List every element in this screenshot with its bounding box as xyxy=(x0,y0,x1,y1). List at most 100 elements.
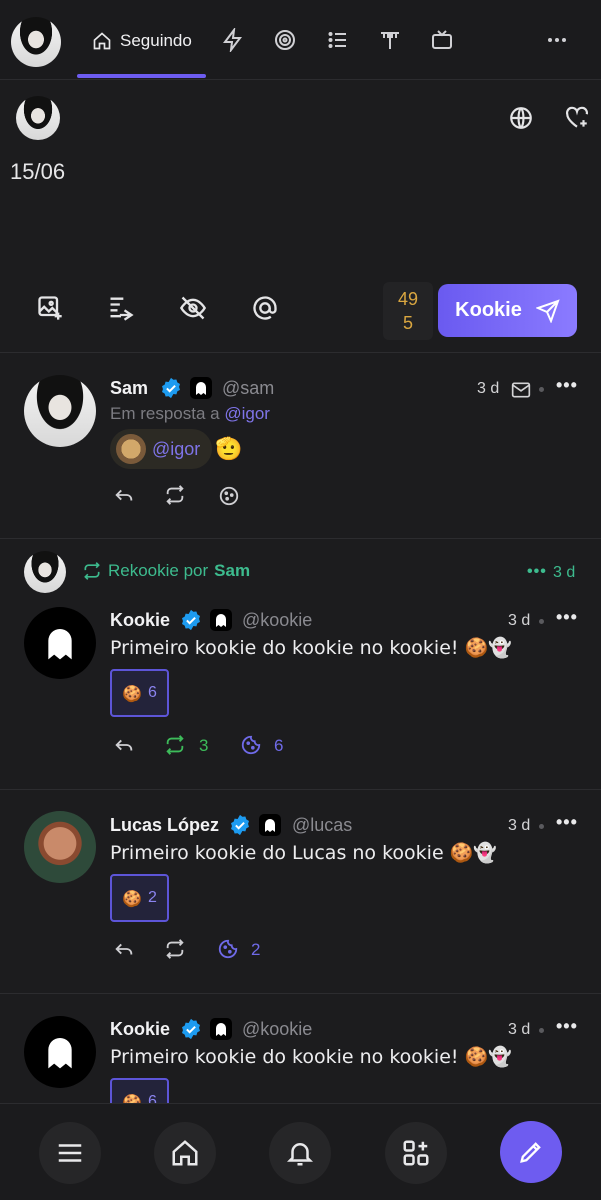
counter-secondary: 5 xyxy=(402,313,413,333)
reply-prefix: Em resposta a xyxy=(110,404,220,423)
reposter-avatar[interactable] xyxy=(24,551,66,593)
tab-following-label: Seguindo xyxy=(120,31,192,50)
post-time: 3 d xyxy=(508,1021,531,1038)
home-button[interactable] xyxy=(154,1122,216,1184)
top-navigation: Seguindo xyxy=(0,0,601,80)
ghost-badge-icon xyxy=(259,814,281,836)
post-more-icon[interactable]: ••• xyxy=(556,812,578,833)
cookie-reaction[interactable]: 🍪 6 xyxy=(110,669,169,717)
more-icon[interactable] xyxy=(545,28,569,52)
repost-icon[interactable] xyxy=(164,484,186,506)
ghost-badge-icon xyxy=(210,1018,232,1040)
post-handle[interactable]: @lucas xyxy=(292,815,352,836)
post-author-name[interactable]: Sam xyxy=(110,378,148,399)
reply-icon[interactable] xyxy=(113,734,135,756)
mail-icon xyxy=(511,382,531,398)
menu-button[interactable] xyxy=(39,1122,101,1184)
repost-count: 3 xyxy=(199,736,209,755)
bottom-navigation xyxy=(0,1103,601,1200)
cookie-count: 2 xyxy=(251,940,261,959)
reply-icon[interactable] xyxy=(113,938,135,960)
cookie-react-icon[interactable] xyxy=(218,485,240,507)
reply-to-line: Em resposta a @igor xyxy=(110,404,270,424)
cookie-count: 6 xyxy=(274,736,284,755)
post-time: 3 d xyxy=(508,817,531,834)
post-handle[interactable]: @sam xyxy=(222,378,274,399)
mention-avatar xyxy=(116,434,146,464)
rekookie-label: Rekookie por Sam xyxy=(82,561,250,581)
cookie-react-icon[interactable] xyxy=(217,938,239,960)
rekookie-prefix: Rekookie por xyxy=(108,561,209,580)
rekookie-time: 3 d xyxy=(553,564,576,581)
post-avatar[interactable] xyxy=(24,375,96,447)
counter-remaining: 49 xyxy=(397,289,419,309)
image-add-icon[interactable] xyxy=(36,294,64,322)
cookie-react-icon[interactable] xyxy=(240,734,262,756)
menu-icon xyxy=(58,1144,82,1162)
reaction-emoji: 🍪 xyxy=(122,888,142,908)
list-icon[interactable] xyxy=(326,28,350,52)
post-avatar[interactable] xyxy=(24,607,96,679)
post-item[interactable]: Sam @sam 3 d ••• Em resposta a @igor @ig… xyxy=(0,353,601,539)
mention-chip[interactable]: @igor xyxy=(110,429,212,469)
globe-icon[interactable] xyxy=(508,105,534,131)
at-icon[interactable] xyxy=(251,294,279,322)
post-handle[interactable]: @kookie xyxy=(242,1019,312,1040)
rekookie-more-icon[interactable]: ••• xyxy=(527,563,547,581)
home-icon xyxy=(93,32,111,50)
post-item[interactable]: Lucas López @lucas 3 d ••• Primeiro kook… xyxy=(0,790,601,994)
post-author-name[interactable]: Lucas López xyxy=(110,815,219,836)
poll-icon[interactable] xyxy=(107,294,135,322)
apps-add-icon xyxy=(403,1140,429,1166)
tv-icon[interactable] xyxy=(430,28,454,52)
eye-off-icon[interactable] xyxy=(179,294,207,322)
character-counter: 49 5 xyxy=(383,282,433,340)
post-content: Primeiro kookie do kookie no kookie! 🍪👻 xyxy=(110,1046,512,1068)
repost-icon[interactable] xyxy=(164,734,186,756)
separator-dot xyxy=(539,387,544,392)
composer-text[interactable]: 15/06 xyxy=(10,159,65,185)
bolt-icon[interactable] xyxy=(221,26,245,54)
user-avatar[interactable] xyxy=(11,17,61,67)
post-more-icon[interactable]: ••• xyxy=(556,375,578,396)
reply-icon[interactable] xyxy=(113,484,135,506)
post-time: 3 d xyxy=(508,612,531,629)
post-author-name[interactable]: Kookie xyxy=(110,610,170,631)
post-avatar[interactable] xyxy=(24,811,96,883)
verified-icon xyxy=(162,377,180,399)
heart-plus-icon[interactable] xyxy=(564,105,590,131)
post-author-name[interactable]: Kookie xyxy=(110,1019,170,1040)
mention-chip-label: @igor xyxy=(152,438,201,459)
verified-icon xyxy=(182,1018,200,1040)
send-button[interactable]: Kookie xyxy=(438,284,577,337)
tab-following[interactable]: Seguindo xyxy=(92,26,192,56)
cookie-reaction[interactable]: 🍪 2 xyxy=(110,874,169,922)
separator-dot xyxy=(539,824,544,829)
separator-dot xyxy=(539,1028,544,1033)
verified-icon xyxy=(182,609,200,631)
composer-avatar xyxy=(16,96,60,140)
ghost-badge-icon xyxy=(210,609,232,631)
reply-mention-link[interactable]: @igor xyxy=(224,404,270,423)
post-handle[interactable]: @kookie xyxy=(242,610,312,631)
verified-icon xyxy=(231,814,249,836)
active-tab-indicator xyxy=(77,74,206,78)
post-more-icon[interactable]: ••• xyxy=(556,1016,578,1037)
post-more-icon[interactable]: ••• xyxy=(556,607,578,628)
reaction-count: 2 xyxy=(148,889,157,906)
antenna-icon[interactable] xyxy=(378,28,402,52)
target-icon[interactable] xyxy=(273,28,297,52)
reaction-emoji: 🍪 xyxy=(122,683,142,703)
rekookie-user[interactable]: Sam xyxy=(214,561,250,581)
post-item[interactable]: Rekookie por Sam ••• 3 d Kookie @kookie … xyxy=(0,539,601,790)
compose-button[interactable] xyxy=(500,1121,562,1183)
repost-icon[interactable] xyxy=(164,938,186,960)
salute-emoji: 🫡 xyxy=(215,437,243,462)
post-avatar[interactable] xyxy=(24,1016,96,1088)
reaction-count: 6 xyxy=(148,684,157,701)
home-icon xyxy=(172,1140,198,1166)
bell-icon xyxy=(286,1143,314,1166)
widgets-button[interactable] xyxy=(385,1122,447,1184)
send-button-label: Kookie xyxy=(455,299,522,321)
notifications-button[interactable] xyxy=(269,1122,331,1184)
